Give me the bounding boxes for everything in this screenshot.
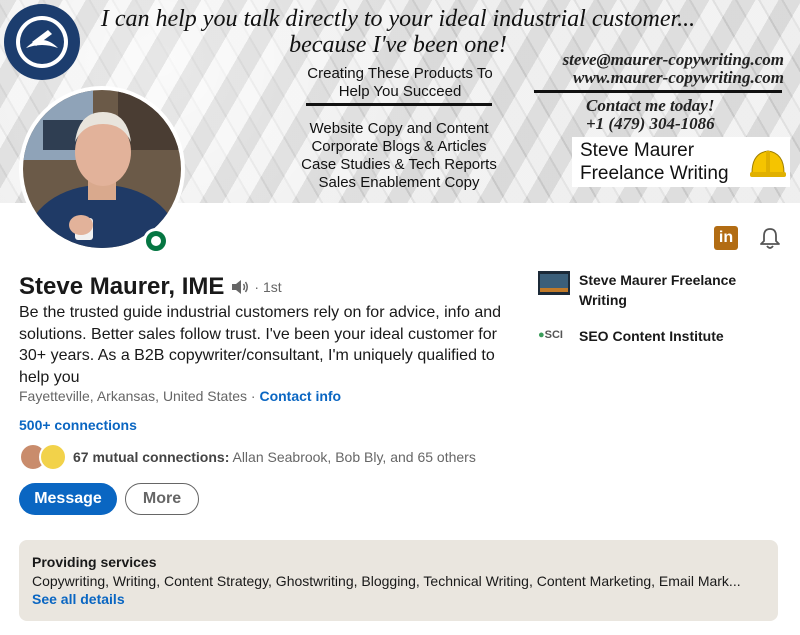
sci-logo-text: SCI — [544, 329, 563, 341]
bell-icon[interactable] — [757, 225, 783, 251]
profile-name-row: Steve Maurer, IME · 1st — [19, 272, 282, 302]
linkedin-icon[interactable]: in — [714, 226, 738, 250]
more-button[interactable]: More — [125, 483, 199, 515]
profile-location: Fayetteville, Arkansas, United States — [19, 388, 247, 404]
mutual-avatars — [19, 442, 67, 472]
profile-name: Steve Maurer, IME — [19, 273, 225, 300]
profile-photo[interactable] — [19, 86, 185, 252]
hard-hat-icon — [750, 150, 786, 177]
company-name: Steve Maurer Freelance Writing — [579, 272, 737, 308]
banner-service-line: Case Studies & Tech Reports — [301, 156, 497, 173]
banner-services-list: Website Copy and Content Corporate Blogs… — [286, 120, 512, 192]
location-separator: · — [247, 388, 260, 404]
profile-location-row: Fayetteville, Arkansas, United States · … — [19, 388, 341, 404]
banner-service-line: Website Copy and Content — [309, 120, 489, 137]
contact-info-link[interactable]: Contact info — [259, 388, 341, 404]
institution-name: SEO Content Institute — [579, 328, 724, 344]
banner-contact-cta: Contact me today! — [586, 96, 715, 115]
services-list: Copywriting, Writing, Content Strategy, … — [32, 573, 741, 589]
profile-photo-image — [23, 90, 181, 248]
banner-website: www.maurer-copywriting.com — [573, 68, 784, 87]
speaker-icon[interactable] — [230, 277, 250, 297]
banner-brand-line: Steve Maurer — [580, 140, 695, 161]
banner-divider — [306, 103, 492, 106]
sci-logo-icon: ●SCI — [538, 329, 570, 341]
mutual-count: 67 mutual connections: — [73, 449, 230, 465]
mutual-connections-text: 67 mutual connections: Allan Seabrook, B… — [73, 449, 476, 465]
avatar — [39, 443, 67, 471]
mutual-names: Allan Seabrook, Bob Bly, and 65 others — [229, 449, 476, 465]
providing-services-card: Providing services Copywriting, Writing,… — [19, 540, 778, 621]
education-institution[interactable]: ●SCI SEO Content Institute — [538, 326, 749, 346]
banner-service-line: Corporate Blogs & Articles — [311, 138, 487, 155]
message-button[interactable]: Message — [19, 483, 117, 515]
banner-service-line: Sales Enablement Copy — [318, 174, 480, 191]
services-title: Providing services — [32, 554, 157, 570]
writers-alliance-badge-icon — [4, 4, 80, 80]
connection-degree: · 1st — [254, 279, 282, 295]
mutual-connections[interactable]: 67 mutual connections: Allan Seabrook, B… — [19, 442, 476, 472]
company-logo-icon — [538, 271, 570, 295]
banner-email: steve@maurer-copywriting.com — [562, 50, 784, 69]
see-all-details-link[interactable]: See all details — [32, 591, 125, 607]
banner-divider — [534, 90, 782, 93]
banner-brand-line: Freelance Writing — [580, 163, 729, 184]
banner-phone: +1 (479) 304-1086 — [586, 114, 715, 133]
sci-logo-dot: ● — [538, 329, 545, 341]
profile-headline: Be the trusted guide industrial customer… — [19, 304, 502, 386]
online-status-icon — [143, 228, 169, 254]
current-company[interactable]: Steve Maurer Freelance Writing — [538, 270, 749, 310]
banner-brand-box: Steve Maurer Freelance Writing — [572, 137, 790, 187]
banner-products-heading: Creating These Products To Help You Succ… — [307, 65, 493, 100]
connections-link[interactable]: 500+ connections — [19, 417, 137, 433]
